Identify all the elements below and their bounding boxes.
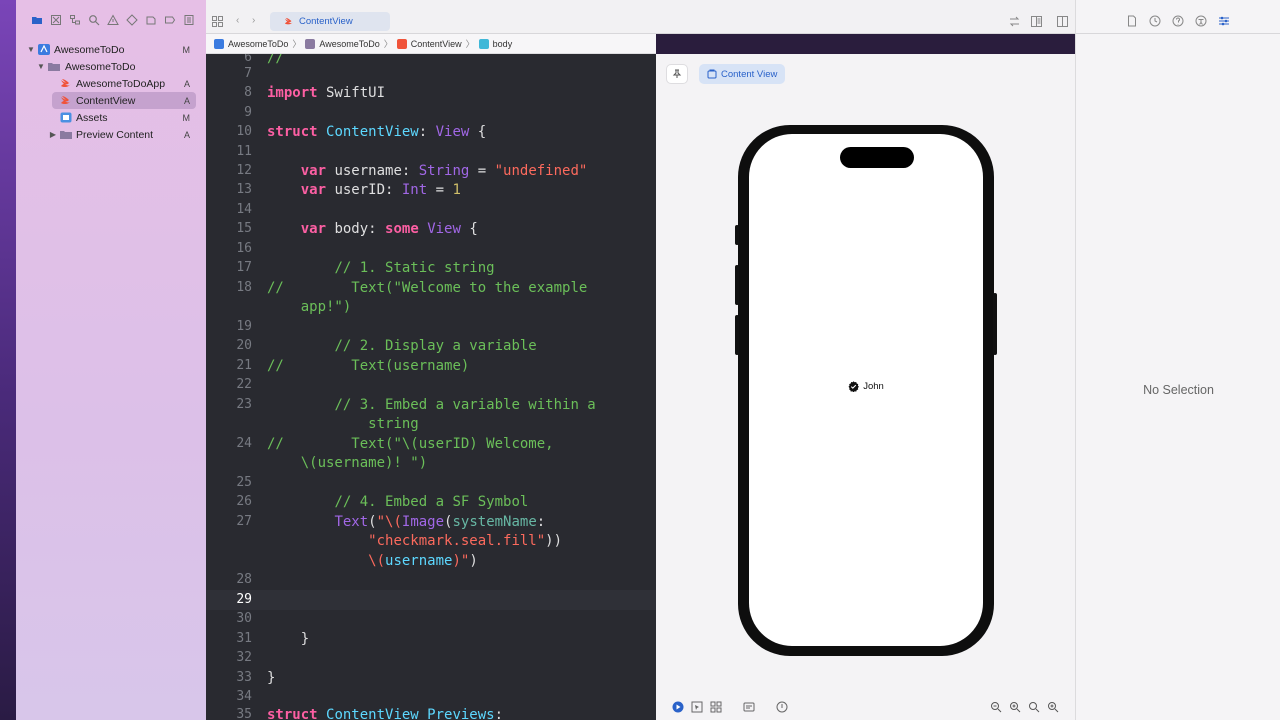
preview-canvas: Content View John [656, 54, 1075, 720]
inspect-icon[interactable] [775, 700, 789, 714]
attributes-inspector-icon[interactable] [1218, 15, 1230, 27]
device-frame: John [735, 125, 997, 656]
report-icon[interactable] [180, 11, 198, 29]
source-control-icon[interactable] [47, 11, 65, 29]
status-badge: M [182, 44, 191, 55]
preview-icon [707, 69, 717, 79]
swift-file-icon [61, 79, 71, 88]
symbol-icon[interactable] [66, 11, 84, 29]
phone-button [735, 265, 739, 305]
chevron-right-icon: 〉 [383, 39, 393, 49]
phone-button [735, 225, 739, 245]
file-tree: ▼ AwesomeToDo M ▼ AwesomeToDo AwesomeToD… [16, 41, 206, 143]
swift-file-icon [396, 38, 407, 49]
tree-item-group-collapsed[interactable]: ▶ Preview Content A [16, 126, 206, 143]
tree-item-file-selected[interactable]: ContentView A [52, 92, 196, 109]
canvas-bottom-bar [656, 694, 1075, 720]
grid-icon[interactable] [212, 16, 223, 27]
inspector-toolbar [1076, 0, 1280, 34]
zoom-actual-icon[interactable] [1027, 700, 1041, 714]
tab-label: ContentView [299, 16, 353, 27]
tree-item-label: AwesomeToDo [65, 60, 136, 73]
pin-button[interactable] [666, 64, 688, 84]
selectable-icon[interactable] [690, 700, 704, 714]
test-icon[interactable] [123, 11, 141, 29]
dynamic-island [840, 147, 914, 168]
swap-icon[interactable] [1009, 16, 1020, 27]
tree-item-label: AwesomeToDo [54, 43, 125, 56]
project-navigator: ▼ AwesomeToDo M ▼ AwesomeToDo AwesomeToD… [16, 0, 206, 720]
breadcrumb-item[interactable]: AwesomeToDo [228, 39, 288, 49]
help-icon[interactable] [1172, 15, 1184, 27]
preview-label: John [738, 381, 994, 392]
code-line-current: 29 [206, 590, 656, 610]
tree-item-label: ContentView [76, 94, 136, 107]
pin-icon [672, 69, 682, 78]
search-icon[interactable] [85, 11, 103, 29]
project-icon [38, 44, 50, 55]
live-preview-icon[interactable] [671, 700, 685, 714]
zoom-in-icon[interactable] [1008, 700, 1022, 714]
editor-options-icon[interactable] [1031, 16, 1042, 27]
preview-chip-label: Content View [721, 68, 778, 80]
breakpoint-icon[interactable] [161, 11, 179, 29]
chevron-right-icon: 〉 [465, 39, 475, 49]
inspector-panel: No Selection [1075, 0, 1280, 720]
breadcrumb-item[interactable]: body [493, 39, 513, 49]
folder-icon[interactable] [28, 11, 46, 29]
debug-icon[interactable] [142, 11, 160, 29]
swift-file-icon [61, 96, 71, 105]
editor-toolbar: ‹ › ContentView [206, 0, 1075, 34]
status-badge: A [183, 78, 190, 89]
tree-item-project[interactable]: ▼ AwesomeToDo M [16, 41, 206, 58]
add-editor-icon[interactable] [1057, 16, 1068, 27]
property-icon [478, 38, 489, 49]
history-icon[interactable] [1149, 15, 1161, 27]
chevron-right-icon: 〉 [292, 39, 302, 49]
no-selection-label: No Selection [1143, 383, 1214, 397]
zoom-out-icon[interactable] [989, 700, 1003, 714]
variants-icon[interactable] [709, 700, 723, 714]
tab-contentview[interactable]: ContentView [270, 12, 390, 31]
chevron-down-icon[interactable]: ▼ [26, 45, 36, 54]
folder-icon [305, 38, 316, 49]
status-badge: M [182, 112, 191, 123]
breadcrumb-item[interactable]: ContentView [411, 39, 462, 49]
swift-file-icon [284, 17, 294, 25]
project-icon [214, 38, 224, 49]
breadcrumb: AwesomeToDo 〉 AwesomeToDo 〉 ContentView … [206, 34, 656, 54]
folder-icon [48, 63, 60, 71]
file-inspector-icon[interactable] [1126, 15, 1138, 27]
tree-item-file[interactable]: AwesomeToDoApp A [16, 75, 206, 92]
preview-chip[interactable]: Content View [699, 64, 786, 84]
status-badge: A [183, 129, 190, 140]
phone-button [735, 315, 739, 355]
accessibility-icon[interactable] [1195, 15, 1207, 27]
chevron-right-icon[interactable]: ▶ [48, 130, 58, 139]
navigator-toolbar [16, 0, 206, 40]
tree-item-label: Preview Content [76, 128, 154, 141]
chevron-down-icon[interactable]: ▼ [36, 62, 46, 71]
code-editor[interactable]: 6// 7 8 import SwiftUI 9 10 struct Content… [206, 54, 656, 720]
desktop-background [0, 0, 16, 720]
back-icon[interactable]: ‹ [236, 15, 239, 26]
phone-button [993, 293, 997, 355]
assets-icon [60, 112, 72, 123]
checkmark-seal-fill-icon [848, 381, 860, 392]
warning-icon[interactable] [104, 11, 122, 29]
breadcrumb-item[interactable]: AwesomeToDo [319, 39, 379, 49]
tree-item-label: Assets [76, 111, 108, 124]
tree-item-assets[interactable]: Assets M [16, 109, 206, 126]
tree-item-label: AwesomeToDoApp [76, 77, 166, 90]
forward-icon[interactable]: › [252, 15, 255, 26]
tree-item-group[interactable]: ▼ AwesomeToDo [16, 58, 206, 75]
folder-icon [60, 131, 72, 139]
zoom-fit-icon[interactable] [1046, 700, 1060, 714]
status-badge: A [183, 95, 190, 106]
device-settings-icon[interactable] [742, 700, 756, 714]
